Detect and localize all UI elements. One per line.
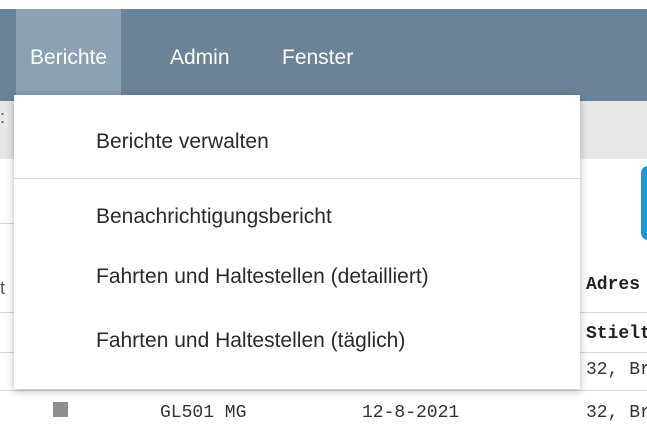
menu-separator (14, 178, 580, 179)
table-cell-plate: GL501 MG (160, 403, 247, 423)
menu-fenster[interactable]: Fenster (268, 9, 367, 101)
table-cell-date: 12-8-2021 (362, 403, 460, 423)
row-checkbox[interactable] (53, 402, 68, 417)
menu-berichte[interactable]: Berichte (16, 9, 122, 101)
table-row-divider (0, 390, 647, 391)
table-cell: 32, Br (586, 360, 647, 380)
berichte-dropdown-menu: Berichte verwalten Benachrichtigungsberi… (14, 95, 580, 389)
top-strip (0, 0, 647, 9)
column-header-address: Adres (586, 275, 641, 295)
menu-item-fahrten-detailliert[interactable]: Fahrten und Haltestellen (detailliert) (96, 265, 429, 289)
primary-action-button[interactable] (641, 166, 647, 240)
truncated-text: : (0, 107, 6, 127)
table-cell: 32, Br (586, 403, 647, 423)
menu-item-fahrten-taeglich[interactable]: Fahrten und Haltestellen (täglich) (96, 329, 405, 353)
menu-admin[interactable]: Admin (156, 9, 244, 101)
menu-item-benachrichtigungsbericht[interactable]: Benachrichtigungsbericht (96, 205, 332, 229)
table-cell: Stielt (586, 324, 647, 344)
menu-item-berichte-verwalten[interactable]: Berichte verwalten (96, 130, 269, 154)
truncated-text: t (0, 278, 6, 298)
